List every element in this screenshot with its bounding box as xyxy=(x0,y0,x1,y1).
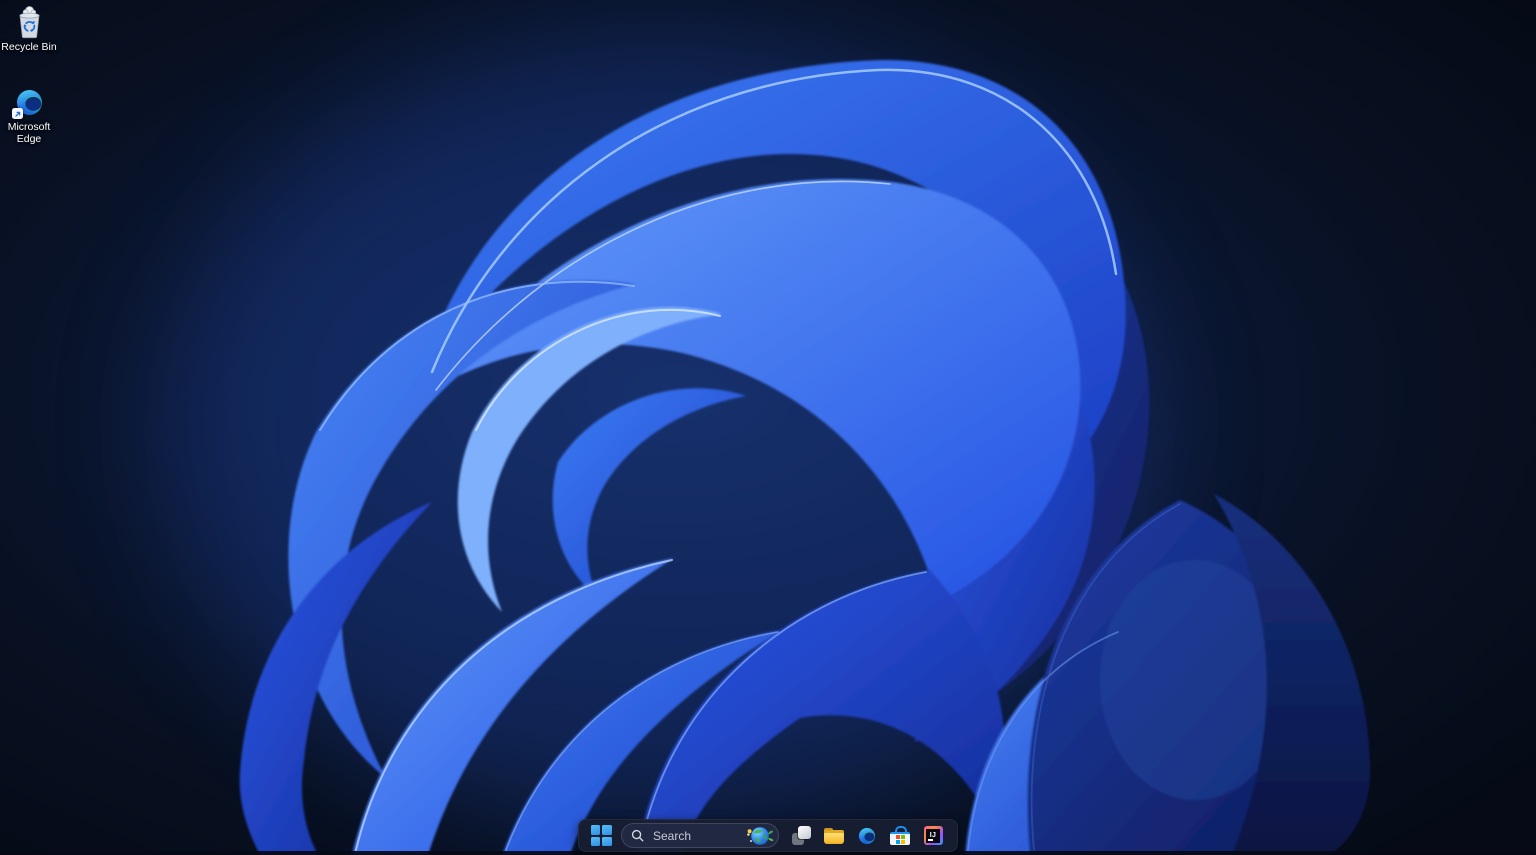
bing-daily-globe-art xyxy=(747,826,774,845)
taskbar: IJ xyxy=(578,819,958,852)
search-input[interactable] xyxy=(651,827,745,844)
task-view-icon xyxy=(791,826,811,845)
taskbar-app-row: IJ xyxy=(787,822,947,850)
taskbar-app-intellij-idea[interactable]: IJ xyxy=(919,822,947,850)
intellij-idea-icon: IJ xyxy=(923,826,943,845)
windows-logo-icon xyxy=(590,825,612,846)
desktop-wallpaper xyxy=(0,0,1536,855)
recycle-bin-icon xyxy=(18,6,40,39)
search-icon xyxy=(631,829,644,842)
taskbar-app-file-explorer[interactable] xyxy=(820,822,848,850)
desktop-icon-recycle-bin[interactable]: Recycle Bin xyxy=(1,5,57,54)
file-explorer-folder-icon xyxy=(824,827,844,844)
taskbar-app-microsoft-edge[interactable] xyxy=(853,822,881,850)
windows-desktop: Recycle Bin Microsoft Edge Search IJ xyxy=(0,0,1536,855)
taskbar-app-microsoft-store[interactable] xyxy=(886,822,914,850)
desktop-icon-label: Recycle Bin xyxy=(1,41,57,53)
shortcut-arrow-icon xyxy=(12,108,23,119)
start-button[interactable] xyxy=(588,822,614,850)
microsoft-edge-icon xyxy=(857,826,877,846)
intellij-monogram: IJ xyxy=(929,832,937,839)
microsoft-store-bag-icon xyxy=(890,826,910,845)
desktop-icon-label: Microsoft Edge xyxy=(7,121,51,145)
taskbar-app-task-view[interactable] xyxy=(787,822,815,850)
desktop-icon-microsoft-edge[interactable]: Microsoft Edge xyxy=(1,85,57,146)
bing-daily-globe-icon[interactable] xyxy=(745,824,775,847)
taskbar-search[interactable] xyxy=(621,823,779,848)
